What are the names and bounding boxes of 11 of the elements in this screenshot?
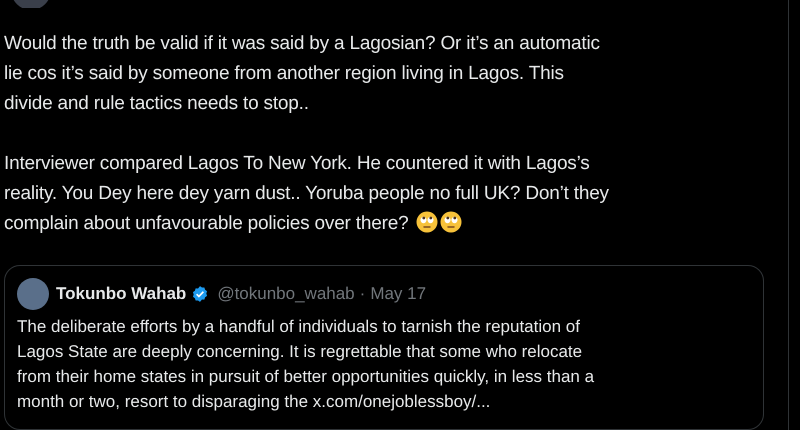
author-handle[interactable]: @tokunbo_wahab [217,281,355,307]
quoted-post-text: The deliberate efforts by a handful of individuals to tarnish the reputation of Lagos State are deeply concerning. It is regrettable that some who relocate from their home states in pursuit of better opportunities quickly, in less than a month or two, resort to disparaging the x.com/onejoblessboy/... [17,316,596,414]
quoted-post-card[interactable] [4,265,764,430]
post-text: Would the truth be valid if it was said by a Lagosian? Or it’s an automatic lie cos it’s said by someone from another region living in Lagos. This divide and rule tactics needs to stop.. [4,32,601,116]
post-date[interactable]: May 17 [370,281,426,307]
post-text: Interviewer compared Lagos To New York. He countered it with Lagos’s reality. You Dey here dey yarn dust.. Yoruba people no full UK? Don’t they complain about unfavourable policies over there? [4,152,610,236]
author-name[interactable]: Tokunbo Wahab [56,281,186,307]
rolling-eyes-emoji-icon [440,211,462,234]
rolling-eyes-emoji-icon [416,211,438,234]
separator: · [360,283,366,306]
avatar[interactable] [17,278,49,310]
